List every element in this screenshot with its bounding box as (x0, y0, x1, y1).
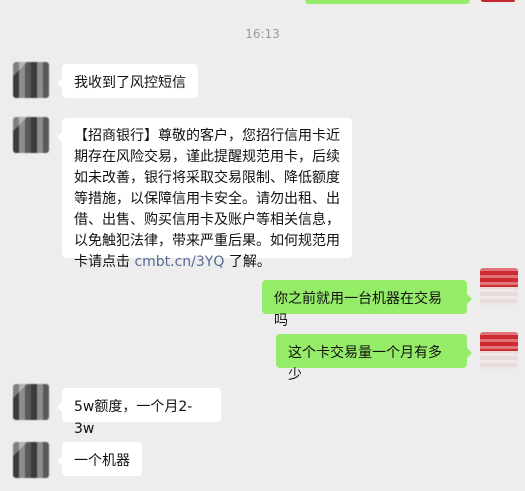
sms-link[interactable]: cmbt.cn/3YQ (134, 254, 224, 270)
message-text: 我收到了风控短信 (74, 75, 186, 91)
avatar[interactable] (13, 442, 49, 478)
message-text: 你之前就用一台机器在交易吗 (274, 291, 442, 329)
message-bubble[interactable]: 【招商银行】尊敬的客户，您招行信用卡近期存在风险交易，谨此提醒规范用卡，后续如未… (57, 118, 352, 270)
avatar[interactable] (480, 268, 518, 306)
message-bubble[interactable]: 这个卡交易量一个月有多少 (276, 334, 472, 383)
previous-message-avatar (481, 0, 515, 2)
message-text: 一个机器 (74, 453, 130, 469)
message-bubble[interactable]: 我收到了风控短信 (57, 64, 198, 98)
avatar[interactable] (480, 332, 518, 370)
message-text: 【招商银行】尊敬的客户，您招行信用卡近期存在风险交易，谨此提醒规范用卡，后续如未… (74, 128, 340, 270)
message-text: 这个卡交易量一个月有多少 (288, 345, 442, 383)
chat-timestamp: 16:13 (245, 27, 280, 41)
avatar[interactable] (13, 384, 49, 420)
message-bubble[interactable]: 你之前就用一台机器在交易吗 (262, 280, 472, 329)
message-text-end: 了解。 (224, 254, 271, 270)
message-bubble[interactable]: 5w额度，一个月2-3w (57, 388, 221, 437)
previous-message-bubble (305, 0, 470, 4)
avatar[interactable] (13, 117, 49, 153)
avatar[interactable] (13, 62, 49, 98)
message-text: 5w额度，一个月2-3w (74, 399, 193, 437)
message-bubble[interactable]: 一个机器 (57, 442, 142, 476)
